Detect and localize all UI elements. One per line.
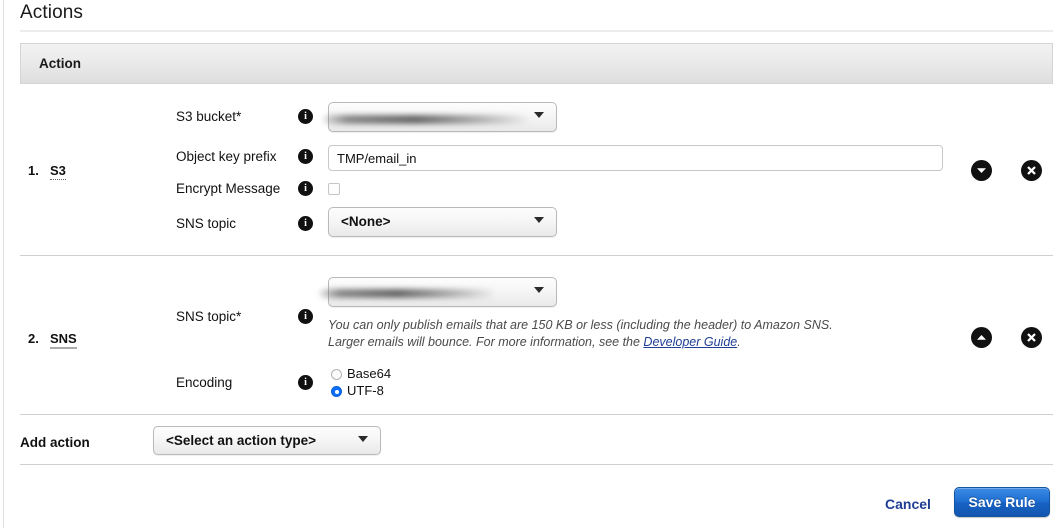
sns-note-line2-pre: Larger emails will bounce. For more info… (328, 335, 644, 349)
chevron-down-icon (534, 216, 545, 227)
sns-note-line2: Larger emails will bounce. For more info… (328, 334, 833, 351)
move-action-up-button[interactable] (971, 327, 992, 348)
radio-utf8-label: UTF-8 (347, 383, 384, 398)
radio-base64-label: Base64 (347, 366, 392, 381)
info-icon-sns-topic-s3[interactable]: i (298, 216, 313, 231)
chevron-down-icon (358, 435, 369, 446)
radio-utf8[interactable] (331, 386, 342, 397)
add-action-label: Add action (20, 435, 90, 450)
action-type-s3: S3 (50, 163, 66, 180)
row-divider-1 (20, 255, 1053, 256)
save-rule-button[interactable]: Save Rule (954, 487, 1050, 517)
select-add-action-value: <Select an action type> (166, 433, 317, 448)
action-type-sns: SNS (50, 331, 77, 349)
chevron-down-icon (534, 111, 545, 122)
developer-guide-link[interactable]: Developer Guide (643, 335, 737, 349)
sns-note-line2-post: . (737, 335, 741, 349)
action-row-1-index: 1. S3 (28, 163, 66, 180)
redacted-value-s3-bucket (323, 115, 528, 124)
label-encrypt-message: Encrypt Message (176, 181, 281, 196)
select-sns-topic-s3-value: <None> (341, 214, 391, 229)
info-icon-sns-topic[interactable]: i (298, 309, 313, 324)
row-divider-3 (20, 464, 1053, 465)
info-icon-encrypt-message[interactable]: i (298, 181, 313, 196)
label-sns-topic-required: SNS topic* (176, 309, 242, 324)
redacted-value-sns-topic (319, 289, 494, 298)
label-sns-topic-s3: SNS topic (176, 216, 237, 231)
info-icon-s3-bucket[interactable]: i (298, 109, 313, 124)
select-sns-topic-s3[interactable]: <None> (328, 207, 557, 237)
radio-base64[interactable] (331, 369, 342, 380)
actions-panel: Actions Action 1. S3 S3 bucket* i Object … (0, 0, 1062, 528)
remove-action-button[interactable] (1021, 327, 1042, 348)
label-s3-bucket: S3 bucket* (176, 109, 242, 124)
action-row-2-index: 2. SNS (28, 331, 77, 349)
action-column-header: Action (39, 56, 81, 71)
chevron-down-icon (534, 286, 545, 297)
checkbox-encrypt-message[interactable] (328, 183, 340, 195)
cancel-button[interactable]: Cancel (879, 495, 937, 513)
sns-size-note: You can only publish emails that are 150… (328, 317, 833, 351)
page-title: Actions (20, 2, 84, 23)
input-object-key-prefix[interactable] (328, 145, 943, 171)
info-icon-encoding[interactable]: i (298, 375, 313, 390)
select-add-action-type[interactable]: <Select an action type> (153, 426, 381, 455)
select-sns-topic[interactable] (319, 277, 557, 307)
remove-action-button[interactable] (1021, 160, 1042, 181)
row-divider-2 (20, 414, 1053, 415)
select-s3-bucket[interactable] (323, 102, 557, 132)
title-divider (20, 30, 1053, 32)
label-object-key-prefix: Object key prefix (176, 149, 277, 164)
action-table-header: Action (20, 43, 1053, 84)
label-encoding: Encoding (176, 375, 233, 390)
sns-note-line1: You can only publish emails that are 150… (328, 318, 833, 332)
move-action-down-button[interactable] (971, 160, 992, 181)
left-border-rail (3, 0, 4, 528)
info-icon-object-key-prefix[interactable]: i (298, 149, 313, 164)
